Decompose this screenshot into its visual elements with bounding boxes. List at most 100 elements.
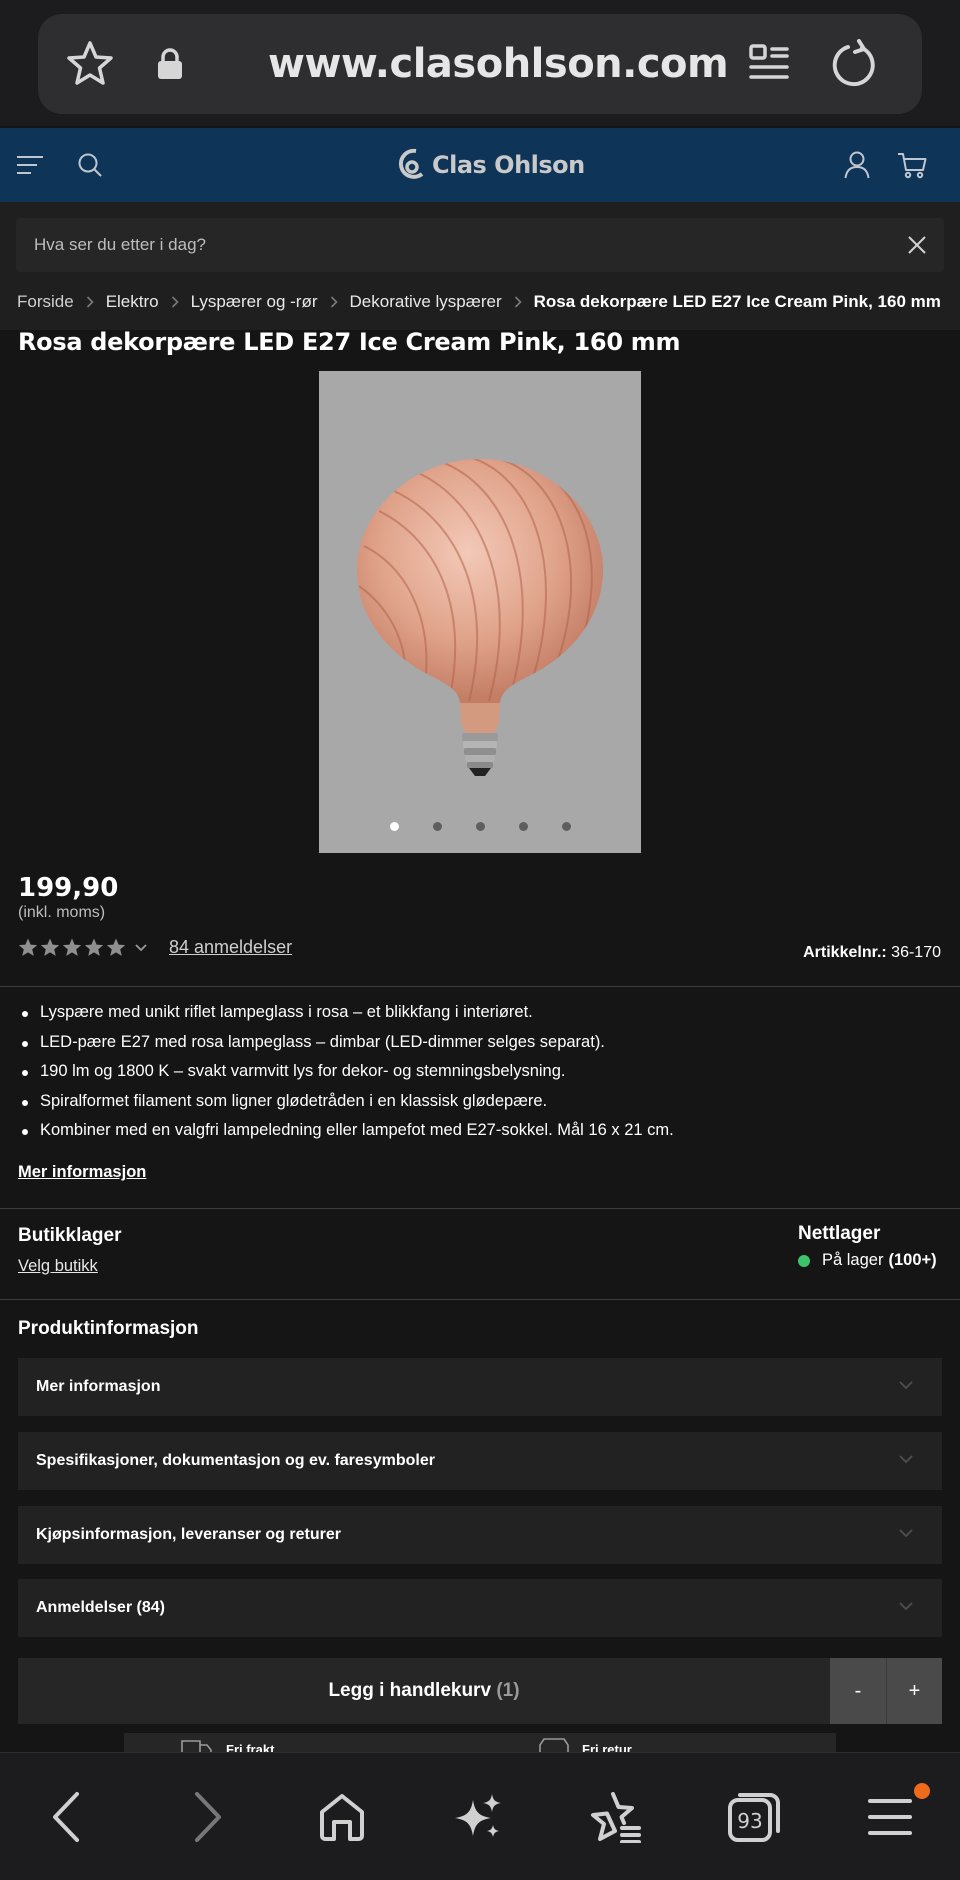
reader-icon[interactable] bbox=[746, 14, 792, 114]
in-stock-indicator bbox=[798, 1254, 810, 1267]
article-number-value: 36-170 bbox=[891, 944, 941, 961]
site-header: Clas Ohlson bbox=[0, 128, 960, 202]
hamburger-menu-icon[interactable] bbox=[14, 128, 46, 202]
feature-item: Lyspære med unikt riflet lampeglass i ro… bbox=[18, 1003, 674, 1033]
home-icon[interactable] bbox=[302, 1753, 382, 1880]
online-stock-title: Nettlager bbox=[798, 1223, 881, 1244]
star-icon bbox=[18, 938, 38, 956]
add-to-cart-button[interactable]: Legg i handlekurv (1) bbox=[18, 1658, 830, 1724]
star-icon bbox=[84, 938, 104, 956]
favorites-icon[interactable] bbox=[576, 1753, 656, 1880]
product-image-carousel[interactable] bbox=[319, 371, 641, 853]
chevron-right-icon bbox=[171, 296, 179, 308]
lock-icon bbox=[150, 14, 190, 114]
search-placeholder: Hva ser du etter i dag? bbox=[34, 235, 206, 254]
decrease-quantity-button[interactable]: - bbox=[830, 1658, 886, 1724]
clas-ohlson-logo[interactable]: Clas Ohlson bbox=[398, 128, 585, 202]
forward-icon[interactable] bbox=[168, 1753, 248, 1880]
chevron-down-icon bbox=[899, 1381, 913, 1390]
accordion-more-info[interactable]: Mer informasjon bbox=[18, 1358, 942, 1416]
tabs-icon[interactable]: 93 bbox=[714, 1753, 794, 1880]
browser-top-bar: www.clasohlson.com bbox=[0, 0, 960, 126]
accordion-purchase-info[interactable]: Kjøpsinformasjon, leveranser og returer bbox=[18, 1506, 942, 1564]
breadcrumb-item[interactable]: Forside bbox=[17, 292, 74, 312]
choose-store-link[interactable]: Velg butikk bbox=[18, 1257, 98, 1276]
more-info-link[interactable]: Mer informasjon bbox=[18, 1163, 146, 1182]
product-title: Rosa dekorpære LED E27 Ice Cream Pink, 1… bbox=[18, 328, 681, 356]
reload-icon[interactable] bbox=[828, 14, 882, 114]
free-return-item: Fri retur bbox=[538, 1733, 632, 1753]
divider bbox=[0, 1299, 960, 1300]
shipping-info-strip: Fri frakt Fri retur bbox=[124, 1733, 836, 1753]
add-to-cart-bar: Legg i handlekurv (1) - + bbox=[18, 1658, 942, 1724]
search-input[interactable]: Hva ser du etter i dag? bbox=[16, 218, 944, 272]
divider bbox=[0, 1208, 960, 1209]
breadcrumb-item[interactable]: Lyspærer og -rør bbox=[191, 292, 318, 312]
star-icon[interactable] bbox=[64, 14, 116, 114]
carousel-dot[interactable] bbox=[389, 822, 399, 831]
feature-item: 190 lm og 1800 K – svakt varmvitt lys fo… bbox=[18, 1062, 674, 1092]
feature-item: Kombiner med en valgfri lampeledning ell… bbox=[18, 1121, 674, 1151]
accordion-label: Spesifikasjoner, dokumentasjon og ev. fa… bbox=[36, 1452, 435, 1469]
sparkle-icon[interactable] bbox=[438, 1753, 518, 1880]
star-icon bbox=[106, 938, 126, 956]
chevron-down-icon bbox=[135, 943, 147, 951]
back-icon[interactable] bbox=[26, 1753, 106, 1880]
accordion-reviews[interactable]: Anmeldelser (84) bbox=[18, 1579, 942, 1637]
add-to-cart-label: Legg i handlekurv bbox=[328, 1680, 492, 1701]
brand-name: Clas Ohlson bbox=[432, 151, 585, 179]
product-info-title: Produktinformasjon bbox=[18, 1318, 199, 1339]
article-number: Artikkelnr.: 36-170 bbox=[803, 944, 941, 962]
carousel-dot[interactable] bbox=[561, 822, 571, 831]
carousel-dot[interactable] bbox=[432, 822, 442, 831]
breadcrumb: Forside Elektro Lyspærer og -rør Dekorat… bbox=[17, 292, 941, 312]
article-number-label: Artikkelnr.: bbox=[803, 944, 887, 961]
accordion-label: Mer informasjon bbox=[36, 1378, 161, 1395]
divider bbox=[0, 986, 960, 987]
breadcrumb-item[interactable]: Dekorative lyspærer bbox=[350, 292, 502, 312]
breadcrumb-item[interactable]: Elektro bbox=[106, 292, 159, 312]
menu-icon[interactable] bbox=[850, 1753, 930, 1880]
address-bar[interactable]: www.clasohlson.com bbox=[38, 14, 922, 114]
notification-dot bbox=[914, 1783, 930, 1799]
cart-icon[interactable] bbox=[896, 128, 928, 202]
search-icon[interactable] bbox=[76, 128, 104, 202]
feature-item: Spiralformet filament som ligner glødetr… bbox=[18, 1092, 674, 1122]
image-pagination bbox=[319, 822, 641, 831]
store-stock-title: Butikklager bbox=[18, 1225, 122, 1246]
online-stock-status: På lager (100+) bbox=[798, 1251, 937, 1270]
carousel-dot[interactable] bbox=[518, 822, 528, 831]
chevron-right-icon bbox=[514, 296, 522, 308]
chevron-down-icon bbox=[899, 1602, 913, 1611]
price-vat-note: (inkl. moms) bbox=[18, 904, 106, 921]
carousel-dot[interactable] bbox=[475, 822, 485, 831]
star-icon bbox=[62, 938, 82, 956]
rating-stars[interactable] bbox=[18, 938, 148, 957]
feature-list: Lyspære med unikt riflet lampeglass i ro… bbox=[18, 1003, 674, 1151]
stock-quantity: (100+) bbox=[888, 1251, 937, 1269]
browser-bottom-toolbar: 93 bbox=[0, 1752, 960, 1880]
breadcrumb-current: Rosa dekorpære LED E27 Ice Cream Pink, 1… bbox=[533, 292, 941, 311]
accordion-label: Anmeldelser (84) bbox=[36, 1599, 165, 1616]
accordion-specifications[interactable]: Spesifikasjoner, dokumentasjon og ev. fa… bbox=[18, 1432, 942, 1490]
product-price: 199,90 bbox=[18, 873, 119, 903]
reviews-link[interactable]: 84 anmeldelser bbox=[169, 937, 292, 958]
feature-item: LED-pære E27 med rosa lampeglass – dimba… bbox=[18, 1033, 674, 1063]
product-image bbox=[356, 459, 604, 776]
star-icon bbox=[40, 938, 60, 956]
tab-count: 93 bbox=[737, 1809, 762, 1833]
chevron-right-icon bbox=[86, 296, 94, 308]
stock-status-text: På lager bbox=[822, 1251, 884, 1269]
chevron-down-icon bbox=[899, 1529, 913, 1538]
close-icon[interactable] bbox=[904, 232, 930, 258]
truck-icon bbox=[181, 1740, 212, 1753]
increase-quantity-button[interactable]: + bbox=[886, 1658, 942, 1724]
free-shipping-item: Fri frakt bbox=[180, 1733, 274, 1753]
return-box-icon bbox=[539, 1738, 569, 1753]
cart-quantity: (1) bbox=[496, 1680, 520, 1701]
account-icon[interactable] bbox=[842, 128, 872, 202]
chevron-down-icon bbox=[899, 1455, 913, 1464]
url-text[interactable]: www.clasohlson.com bbox=[268, 14, 729, 114]
accordion-label: Kjøpsinformasjon, leveranser og returer bbox=[36, 1526, 341, 1543]
chevron-right-icon bbox=[330, 296, 338, 308]
